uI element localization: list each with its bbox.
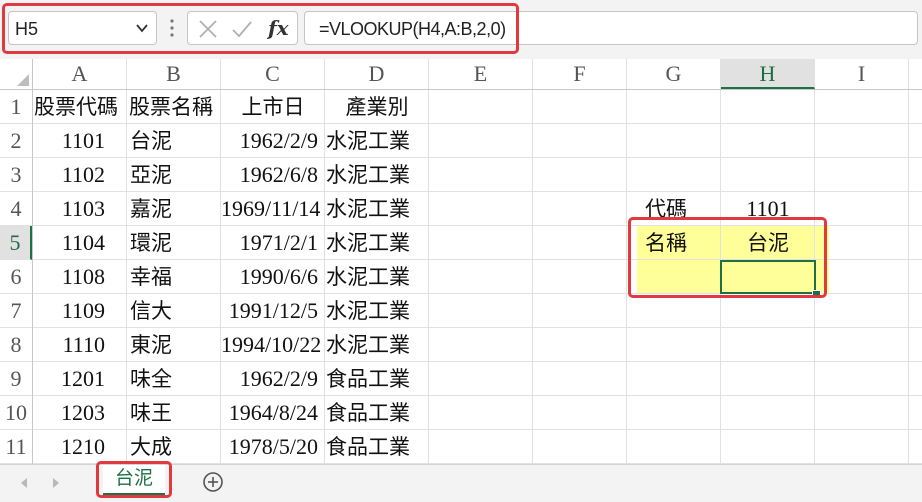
gridline xyxy=(532,90,533,464)
table-cell-name[interactable]: 亞泥 xyxy=(130,158,220,192)
column-header-g[interactable]: G xyxy=(627,59,721,89)
table-cell-name[interactable]: 環泥 xyxy=(130,226,220,260)
table-cell-code[interactable]: 1203 xyxy=(33,396,105,430)
cell-area[interactable]: 股票代碼 股票名稱 上市日 產業別 1101 台泥 1962/2/9 水泥工業 1102 亞泥 19… xyxy=(33,90,922,464)
fill-handle[interactable] xyxy=(812,290,821,299)
scroll-right-icon[interactable] xyxy=(50,477,62,489)
table-cell-industry[interactable]: 水泥工業 xyxy=(326,192,428,226)
table-cell-name[interactable]: 台泥 xyxy=(130,124,220,158)
worksheet-grid: ABCDEFGHI 1 2 3 4 5 6 7 8 9 10 11 股票代碼 股票名稱 上市日 產業別 11… xyxy=(0,59,922,464)
table-cell-industry[interactable]: 水泥工業 xyxy=(326,294,428,328)
table-cell-code[interactable]: 1103 xyxy=(33,192,105,226)
table-cell-code[interactable]: 1210 xyxy=(33,430,105,464)
row-header-8[interactable]: 8 xyxy=(0,328,32,362)
table-cell-code[interactable]: 1110 xyxy=(33,328,105,362)
table-cell-date[interactable]: 1990/6/6 xyxy=(221,260,318,294)
table-cell-name[interactable]: 信大 xyxy=(130,294,220,328)
sheet-tab[interactable]: 台泥 xyxy=(103,465,165,496)
table-cell-code[interactable]: 1104 xyxy=(33,226,105,260)
column-header-d[interactable]: D xyxy=(325,59,429,89)
row-header-4[interactable]: 4 xyxy=(0,192,32,226)
table-cell-date[interactable]: 1962/6/8 xyxy=(221,158,318,192)
table-cell-code[interactable]: 1102 xyxy=(33,158,105,192)
add-sheet-icon[interactable] xyxy=(201,470,225,494)
column-header-c[interactable]: C xyxy=(221,59,325,89)
name-box-value: H5 xyxy=(15,19,39,39)
column-header-e[interactable]: E xyxy=(429,59,533,89)
table-header-industry[interactable]: 產業別 xyxy=(325,90,429,124)
sheet-tab-bar: 台泥 xyxy=(0,461,922,502)
active-cell-border xyxy=(720,260,816,294)
row-header-11[interactable]: 11 xyxy=(0,430,32,464)
column-header-h[interactable]: H xyxy=(721,59,815,89)
table-cell-date[interactable]: 1991/12/5 xyxy=(221,294,318,328)
table-header-name[interactable]: 股票名稱 xyxy=(129,90,225,124)
table-cell-date[interactable]: 1994/10/22 xyxy=(221,328,321,362)
table-cell-name[interactable]: 嘉泥 xyxy=(130,192,220,226)
cancel-icon[interactable] xyxy=(196,17,220,41)
table-cell-industry[interactable]: 食品工業 xyxy=(326,362,428,396)
column-header-i[interactable]: I xyxy=(815,59,909,89)
table-cell-date[interactable]: 1978/5/20 xyxy=(221,430,318,464)
column-header-bar: ABCDEFGHI xyxy=(0,59,922,90)
row-header-3[interactable]: 3 xyxy=(0,158,32,192)
gridline xyxy=(428,90,429,464)
lookup-name-value[interactable]: 台泥 xyxy=(721,226,815,260)
table-cell-code[interactable]: 1101 xyxy=(33,124,105,158)
more-options-icon[interactable] xyxy=(168,16,176,40)
table-header-date[interactable]: 上市日 xyxy=(221,90,325,124)
formula-bar: H5 fx =VLOOKUP(H4,A:B,2,0) xyxy=(0,0,922,60)
formula-text: =VLOOKUP(H4,A:B,2,0) xyxy=(319,19,506,39)
table-cell-industry[interactable]: 水泥工業 xyxy=(326,124,428,158)
lookup-name-label[interactable]: 名稱 xyxy=(645,226,715,260)
row-header-5[interactable]: 5 xyxy=(0,226,32,260)
table-cell-industry[interactable]: 食品工業 xyxy=(326,396,428,430)
row-header-9[interactable]: 9 xyxy=(0,362,32,396)
row-header-10[interactable]: 10 xyxy=(0,396,32,430)
table-cell-name[interactable]: 味王 xyxy=(130,396,220,430)
gridline xyxy=(324,90,325,464)
table-cell-code[interactable]: 1201 xyxy=(33,362,105,396)
row-header-7[interactable]: 7 xyxy=(0,294,32,328)
name-box[interactable]: H5 xyxy=(8,11,157,45)
table-cell-name[interactable]: 東泥 xyxy=(130,328,220,362)
row-header-bar: 1 2 3 4 5 6 7 8 9 10 11 xyxy=(0,90,33,464)
column-header-f[interactable]: F xyxy=(533,59,627,89)
table-cell-industry[interactable]: 食品工業 xyxy=(326,430,428,464)
column-header-b[interactable]: B xyxy=(127,59,221,89)
table-cell-industry[interactable]: 水泥工業 xyxy=(326,226,428,260)
table-cell-industry[interactable]: 水泥工業 xyxy=(326,328,428,362)
check-icon[interactable] xyxy=(230,17,254,41)
formula-input[interactable]: =VLOOKUP(H4,A:B,2,0) xyxy=(304,11,918,45)
lookup-code-label[interactable]: 代碼 xyxy=(645,192,715,226)
table-header-code[interactable]: 股票代碼 xyxy=(34,90,130,124)
table-cell-date[interactable]: 1971/2/1 xyxy=(221,226,318,260)
table-cell-date[interactable]: 1962/2/9 xyxy=(221,362,318,396)
table-cell-code[interactable]: 1109 xyxy=(33,294,105,328)
table-cell-industry[interactable]: 水泥工業 xyxy=(326,158,428,192)
table-cell-name[interactable]: 味全 xyxy=(130,362,220,396)
column-header-a[interactable]: A xyxy=(33,59,127,89)
table-cell-code[interactable]: 1108 xyxy=(33,260,105,294)
scroll-left-icon[interactable] xyxy=(18,477,30,489)
insert-function-icon[interactable]: fx xyxy=(268,16,289,40)
gridline xyxy=(908,90,909,464)
table-cell-date[interactable]: 1969/11/14 xyxy=(221,192,320,226)
gridline xyxy=(626,90,627,464)
table-cell-date[interactable]: 1962/2/9 xyxy=(221,124,318,158)
select-all-button[interactable] xyxy=(0,59,33,89)
formula-buttons: fx xyxy=(187,11,298,45)
lookup-code-value[interactable]: 1101 xyxy=(721,192,815,226)
table-cell-industry[interactable]: 水泥工業 xyxy=(326,260,428,294)
table-cell-name[interactable]: 幸福 xyxy=(130,260,220,294)
table-cell-name[interactable]: 大成 xyxy=(130,430,220,464)
gridline xyxy=(126,90,127,464)
chevron-down-icon[interactable] xyxy=(134,20,150,36)
table-cell-date[interactable]: 1964/8/24 xyxy=(221,396,318,430)
row-header-6[interactable]: 6 xyxy=(0,260,32,294)
row-header-1[interactable]: 1 xyxy=(0,90,32,124)
row-header-2[interactable]: 2 xyxy=(0,124,32,158)
